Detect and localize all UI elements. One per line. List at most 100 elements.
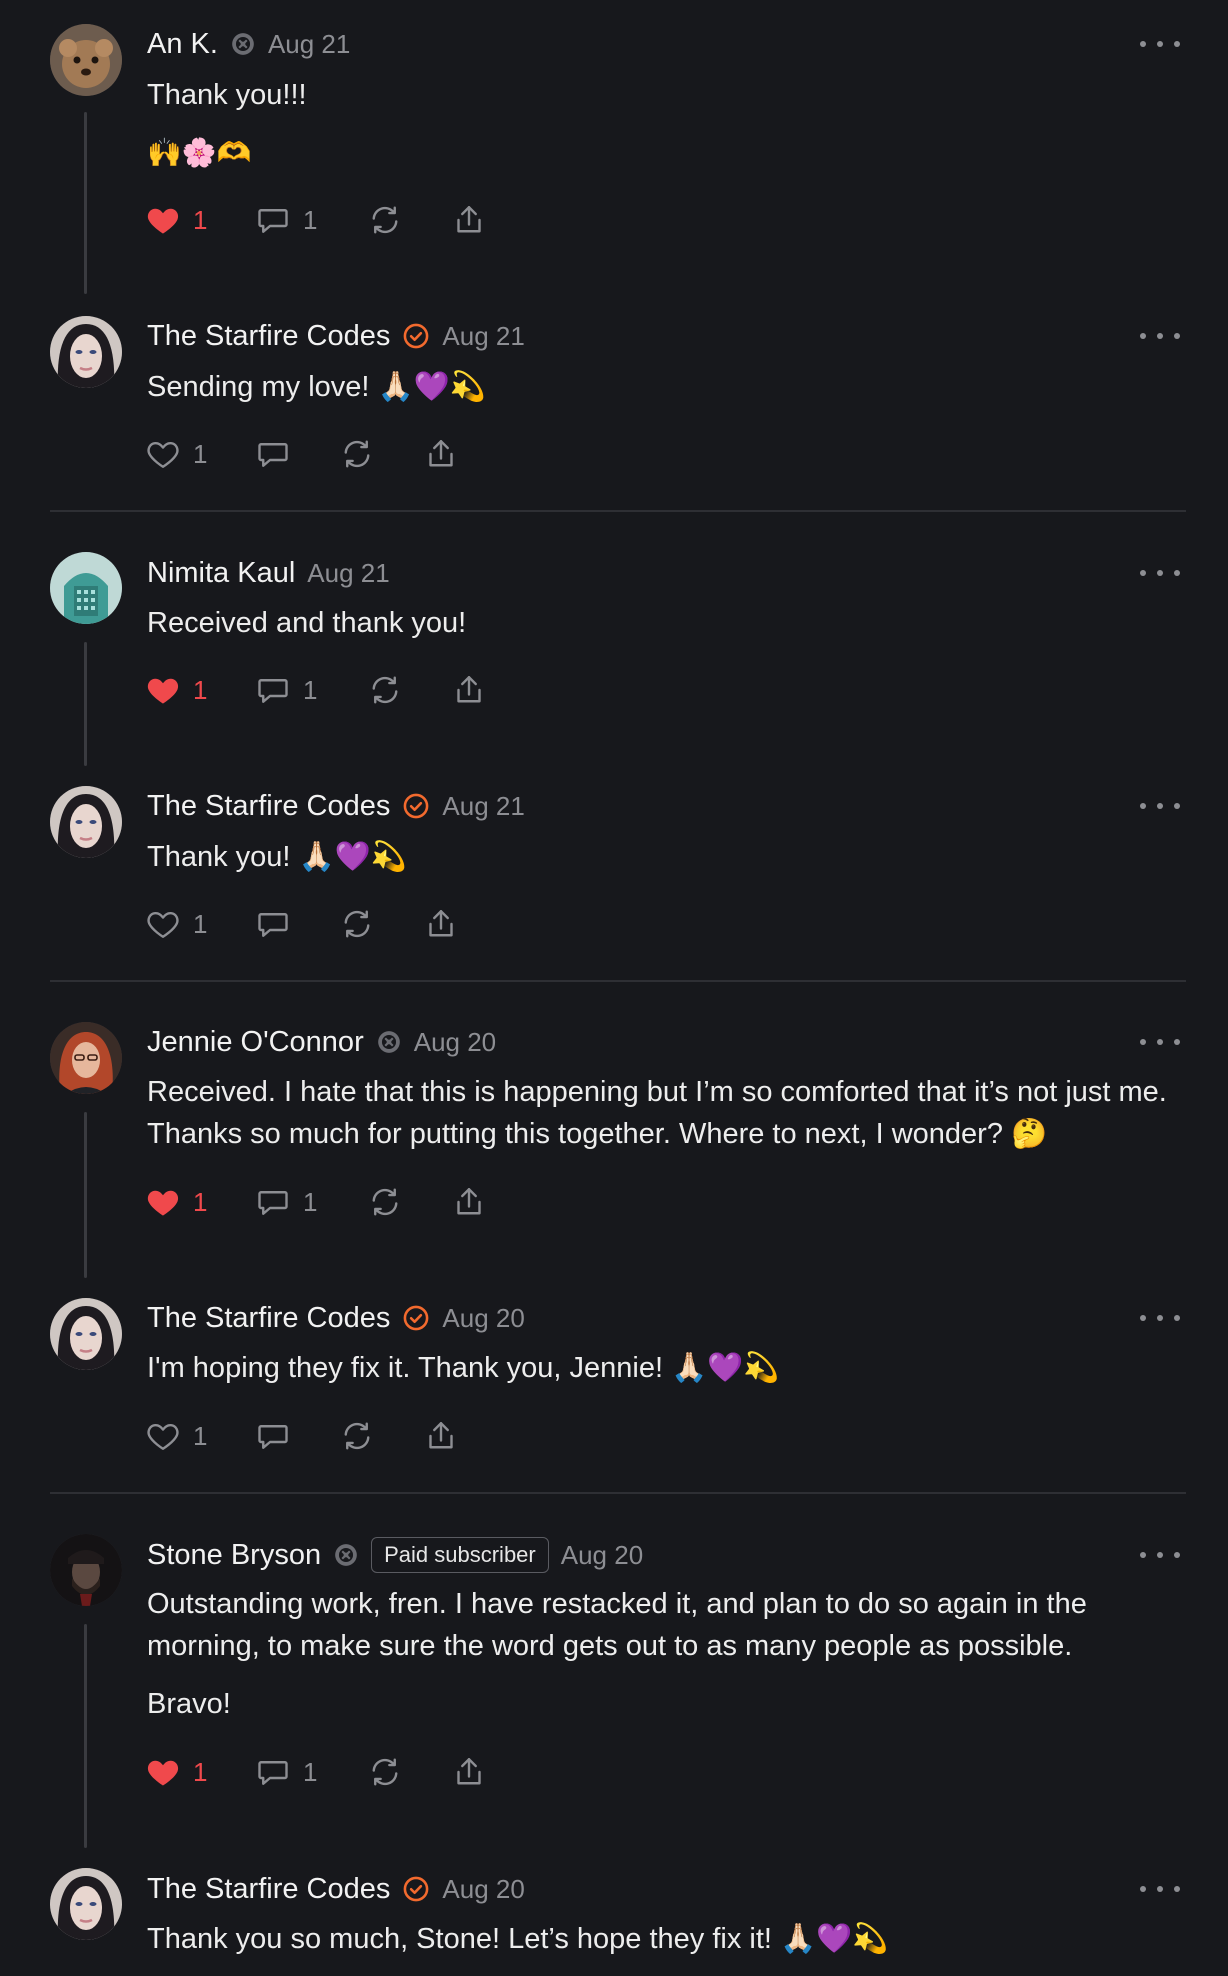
commenter-name[interactable]: Jennie O'Connor — [147, 1026, 364, 1059]
reply-button[interactable] — [255, 434, 291, 474]
comment-paragraph: Thank you! 🙏🏻💜💫 — [147, 841, 407, 873]
heart-icon — [145, 1754, 181, 1790]
avatar-stone-bryson[interactable] — [50, 1534, 122, 1606]
restack-button[interactable] — [339, 434, 375, 474]
comment-date[interactable]: Aug 20 — [442, 1874, 524, 1905]
subscriber-icon — [230, 31, 256, 57]
restack-button[interactable] — [367, 1182, 403, 1222]
commenter-name[interactable]: The Starfire Codes — [147, 1873, 390, 1906]
more-options-button[interactable] — [1140, 1877, 1180, 1901]
comment-paragraph: Sending my love! 🙏🏻💜💫 — [147, 371, 486, 403]
restack-button[interactable] — [367, 1752, 403, 1792]
comment-date[interactable]: Aug 21 — [442, 321, 524, 352]
avatar-the-starfire-codes[interactable] — [50, 1868, 122, 1940]
thread-divider — [50, 980, 1186, 982]
comment-paragraph: Outstanding work, fren. I have restacked… — [147, 1588, 1087, 1662]
like-button[interactable]: 1 — [145, 670, 207, 710]
restack-button[interactable] — [339, 904, 375, 944]
restack-button[interactable] — [367, 200, 403, 240]
reply-button[interactable]: 1 — [255, 200, 317, 240]
reply-button[interactable]: 1 — [255, 1752, 317, 1792]
restack-icon — [367, 202, 403, 238]
heart-outline-icon — [145, 1418, 181, 1454]
restack-button[interactable] — [339, 1416, 375, 1456]
heart-icon — [145, 1184, 181, 1220]
share-button[interactable] — [451, 1752, 487, 1792]
like-button[interactable]: 1 — [145, 1182, 207, 1222]
share-button[interactable] — [423, 1416, 459, 1456]
avatar-jennie-oconnor[interactable] — [50, 1022, 122, 1094]
comment-date[interactable]: Aug 20 — [561, 1540, 643, 1571]
comment-body: I'm hoping they fix it. Thank you, Jenni… — [147, 1347, 1187, 1405]
reply-count: 1 — [303, 1186, 318, 1217]
share-button[interactable] — [451, 1182, 487, 1222]
verified-icon — [402, 792, 430, 820]
more-options-button[interactable] — [1140, 561, 1180, 585]
commenter-name[interactable]: Stone Bryson — [147, 1539, 321, 1572]
comment-paragraph: Bravo! — [147, 1688, 231, 1720]
restack-button[interactable] — [367, 670, 403, 710]
comment-date[interactable]: Aug 20 — [442, 1303, 524, 1334]
comment-paragraph: Thank you so much, Stone! Let’s hope the… — [147, 1923, 889, 1955]
more-options-button[interactable] — [1140, 32, 1180, 56]
comment-icon — [255, 202, 291, 238]
share-icon — [451, 1184, 487, 1220]
like-button[interactable]: 1 — [145, 200, 207, 240]
commenter-name[interactable]: The Starfire Codes — [147, 790, 390, 823]
more-options-button[interactable] — [1140, 1030, 1180, 1054]
commenter-name[interactable]: An K. — [147, 28, 218, 61]
avatar-the-starfire-codes[interactable] — [50, 1298, 122, 1370]
comment-body: Received. I hate that this is happening … — [147, 1071, 1187, 1171]
like-button[interactable]: 1 — [145, 904, 207, 944]
comment-header: The Starfire Codes Aug 20 — [147, 1869, 525, 1909]
share-button[interactable] — [423, 434, 459, 474]
comment-date[interactable]: Aug 21 — [268, 29, 350, 60]
thread-line — [84, 112, 87, 294]
share-icon — [423, 906, 459, 942]
comment-date[interactable]: Aug 21 — [442, 791, 524, 822]
comment-icon — [255, 1418, 291, 1454]
commenter-name[interactable]: Nimita Kaul — [147, 557, 295, 590]
comment-date[interactable]: Aug 21 — [307, 558, 389, 589]
heart-outline-icon — [145, 906, 181, 942]
heart-icon — [145, 672, 181, 708]
share-button[interactable] — [451, 670, 487, 710]
reply-button[interactable] — [255, 904, 291, 944]
commenter-name[interactable]: The Starfire Codes — [147, 1302, 390, 1335]
reply-button[interactable]: 1 — [255, 670, 317, 710]
comment-header: Nimita Kaul Aug 21 — [147, 553, 390, 593]
reply-button[interactable] — [255, 1416, 291, 1456]
comment-paragraph: Thank you!!! — [147, 79, 307, 111]
restack-icon — [339, 436, 375, 472]
avatar-an-k[interactable] — [50, 24, 122, 96]
like-button[interactable]: 1 — [145, 1752, 207, 1792]
comment-body: Thank you so much, Stone! Let’s hope the… — [147, 1918, 1187, 1976]
like-count: 1 — [193, 204, 208, 235]
more-options-button[interactable] — [1140, 324, 1180, 348]
share-button[interactable] — [423, 904, 459, 944]
more-options-button[interactable] — [1140, 1543, 1180, 1567]
avatar-the-starfire-codes[interactable] — [50, 786, 122, 858]
comment-icon — [255, 1184, 291, 1220]
comment-date[interactable]: Aug 20 — [414, 1027, 496, 1058]
like-count: 1 — [193, 674, 208, 705]
like-button[interactable]: 1 — [145, 434, 207, 474]
avatar-the-starfire-codes[interactable] — [50, 316, 122, 388]
more-options-button[interactable] — [1140, 794, 1180, 818]
more-options-button[interactable] — [1140, 1306, 1180, 1330]
avatar-nimita-kaul[interactable] — [50, 552, 122, 624]
commenter-name[interactable]: The Starfire Codes — [147, 320, 390, 353]
comment-header: Stone Bryson Paid subscriber Aug 20 — [147, 1535, 643, 1575]
reply-button[interactable]: 1 — [255, 1182, 317, 1222]
like-button[interactable]: 1 — [145, 1416, 207, 1456]
restack-icon — [367, 1754, 403, 1790]
paid-subscriber-badge: Paid subscriber — [371, 1537, 549, 1573]
share-button[interactable] — [451, 200, 487, 240]
thread-line — [84, 642, 87, 766]
heart-outline-icon — [145, 436, 181, 472]
heart-icon — [145, 202, 181, 238]
comment-header: Jennie O'Connor Aug 20 — [147, 1022, 496, 1062]
restack-icon — [339, 1418, 375, 1454]
share-icon — [423, 436, 459, 472]
comment-paragraph: Received and thank you! — [147, 607, 467, 639]
